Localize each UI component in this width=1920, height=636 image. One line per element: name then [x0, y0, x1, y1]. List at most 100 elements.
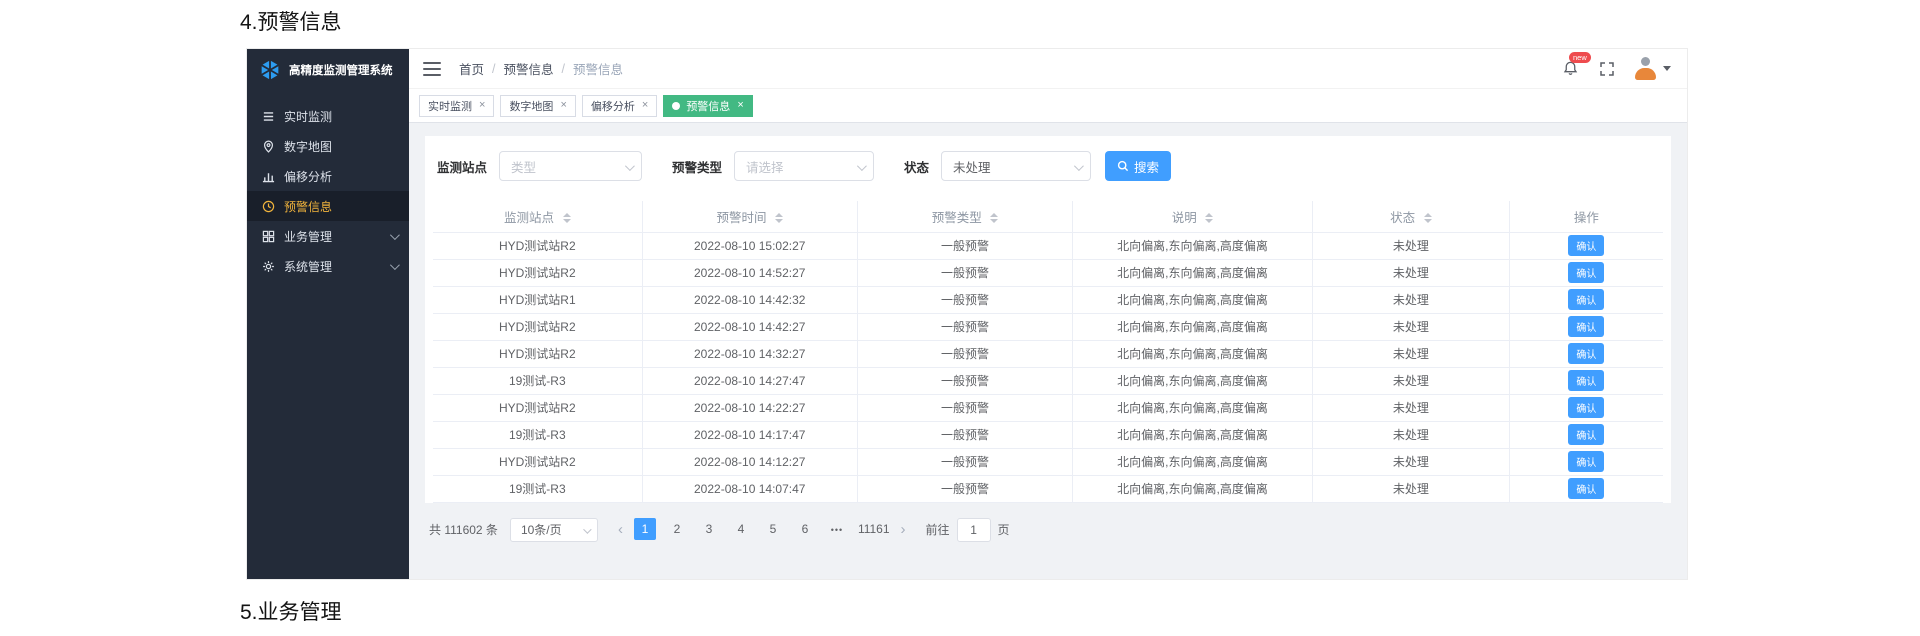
confirm-button[interactable]: 确认 — [1568, 316, 1605, 337]
filter-bar: 监测站点 类型 预警类型 请选择 状态 未处理 搜索 — [437, 151, 1663, 181]
page-button[interactable]: 1 — [633, 518, 656, 540]
page-button[interactable]: 3 — [698, 518, 720, 540]
table-row: HYD测试站R2 2022-08-10 14:52:27 一般预警 北向偏离,东向偏离… — [433, 259, 1663, 287]
page-button[interactable]: 11161 — [858, 518, 890, 540]
list-icon — [263, 111, 274, 121]
logo-pinwheel-icon — [261, 60, 279, 80]
breadcrumb-warning-info[interactable]: 预警信息 — [504, 59, 554, 78]
close-icon[interactable]: × — [737, 100, 743, 111]
column-header-station[interactable]: 监测站点 — [433, 201, 643, 233]
confirm-button[interactable]: 确认 — [1568, 478, 1605, 499]
cell-description: 北向偏离,东向偏离,高度偏离 — [1072, 475, 1313, 503]
close-icon[interactable]: × — [560, 100, 566, 111]
column-header-type[interactable]: 预警类型 — [857, 201, 1074, 233]
confirm-button[interactable]: 确认 — [1568, 424, 1605, 445]
fullscreen-icon — [1600, 61, 1614, 76]
sidebar-item-system-mgmt[interactable]: 系统管理 — [247, 251, 409, 281]
avatar — [1634, 57, 1657, 80]
cell-time: 2022-08-10 14:32:27 — [642, 340, 858, 368]
close-icon[interactable]: × — [479, 100, 485, 111]
column-header-description[interactable]: 说明 — [1072, 201, 1313, 233]
cell-station: HYD测试站R2 — [433, 313, 643, 341]
tab-realtime-monitor[interactable]: 实时监测 × — [419, 94, 495, 117]
page-button[interactable]: 4 — [730, 518, 752, 540]
cell-type: 一般预警 — [857, 313, 1074, 341]
tab-offset-analysis[interactable]: 偏移分析 × — [581, 94, 658, 117]
sidebar-item-realtime-monitor[interactable]: 实时监测 — [247, 101, 409, 131]
cell-actions: 确认 — [1509, 475, 1663, 503]
sidebar-item-warning-info[interactable]: 预警信息 — [247, 191, 409, 221]
tab-label: 数字地图 — [509, 100, 554, 113]
chevron-down-icon — [389, 259, 400, 270]
tab-label: 预警信息 — [686, 100, 731, 113]
column-header-time[interactable]: 预警时间 — [642, 201, 858, 233]
map-pin-icon — [263, 140, 274, 153]
page-button[interactable]: 2 — [666, 518, 688, 540]
clock-icon — [262, 200, 275, 212]
pager-ellipsis[interactable]: ••• — [826, 519, 848, 541]
breadcrumb-home[interactable]: 首页 — [459, 59, 484, 78]
page-size-select[interactable]: 10条/页 — [509, 517, 598, 542]
cell-type: 一般预警 — [857, 475, 1074, 503]
cell-time: 2022-08-10 14:22:27 — [642, 394, 858, 422]
page-button[interactable]: 6 — [794, 518, 816, 540]
app-window: 高精度监测管理系统 实时监测 数字地图 偏移分析 预警信息 业务管理 系统管理 … — [246, 48, 1688, 580]
user-menu[interactable] — [1634, 57, 1671, 80]
search-button[interactable]: 搜索 — [1105, 151, 1172, 181]
sidebar-item-offset-analysis[interactable]: 偏移分析 — [247, 161, 409, 191]
notification-bell-button[interactable]: new — [1560, 51, 1591, 79]
page: 4.预警信息 高精度监测管理系统 实时监测 数字地图 偏移分析 预警信息 业务管… — [0, 0, 1920, 636]
app-logo: 高精度监测管理系统 — [247, 49, 409, 91]
tab-warning-info[interactable]: 预警信息 × — [663, 94, 753, 117]
sidebar-item-business-mgmt[interactable]: 业务管理 — [247, 221, 409, 251]
type-select-placeholder: 请选择 — [746, 160, 784, 175]
sidebar-item-digital-map[interactable]: 数字地图 — [247, 131, 409, 161]
cell-station: HYD测试站R2 — [433, 448, 643, 476]
chevron-down-icon — [856, 161, 867, 172]
cell-type: 一般预警 — [857, 421, 1074, 449]
status-select[interactable]: 未处理 — [941, 151, 1092, 181]
sidebar-menu: 实时监测 数字地图 偏移分析 预警信息 业务管理 系统管理 — [247, 91, 409, 281]
prev-page-button[interactable]: ‹ — [612, 519, 629, 541]
cell-description: 北向偏离,东向偏离,高度偏离 — [1072, 232, 1313, 260]
confirm-button[interactable]: 确认 — [1568, 235, 1605, 256]
table-row: HYD测试站R2 2022-08-10 14:12:27 一般预警 北向偏离,东向偏离… — [433, 448, 1663, 476]
hamburger-icon[interactable] — [423, 61, 441, 76]
section-heading-business-mgmt: 5.业务管理 — [240, 601, 342, 624]
next-page-button[interactable]: › — [895, 519, 912, 541]
cell-actions: 确认 — [1509, 313, 1663, 341]
search-button-label: 搜索 — [1134, 160, 1160, 175]
table-row: HYD测试站R2 2022-08-10 15:02:27 一般预警 北向偏离,东向偏离… — [433, 232, 1663, 260]
close-icon[interactable]: × — [642, 100, 648, 111]
chevron-down-icon — [1663, 66, 1671, 71]
chevron-down-icon — [583, 524, 592, 534]
content-area: 监测站点 类型 预警类型 请选择 状态 未处理 搜索 监测站点 预警时间 预警类… — [409, 124, 1687, 579]
confirm-button[interactable]: 确认 — [1568, 262, 1605, 283]
table-row: HYD测试站R2 2022-08-10 14:42:27 一般预警 北向偏离,东向偏离… — [433, 313, 1663, 341]
tab-digital-map[interactable]: 数字地图 × — [500, 94, 576, 117]
sort-icon — [562, 213, 571, 224]
fullscreen-button[interactable] — [1597, 59, 1617, 79]
warning-type-select[interactable]: 请选择 — [734, 151, 875, 181]
confirm-button[interactable]: 确认 — [1568, 343, 1605, 364]
confirm-button[interactable]: 确认 — [1568, 397, 1605, 418]
cell-time: 2022-08-10 14:42:32 — [642, 286, 858, 314]
cell-actions: 确认 — [1509, 259, 1663, 287]
cell-station: 19测试-R3 — [433, 421, 643, 449]
station-select[interactable]: 类型 — [499, 151, 643, 181]
column-label: 预警类型 — [931, 210, 982, 225]
column-header-status[interactable]: 状态 — [1312, 201, 1510, 233]
cell-description: 北向偏离,东向偏离,高度偏离 — [1072, 259, 1313, 287]
page-button[interactable]: 5 — [762, 518, 784, 540]
cell-status: 未处理 — [1312, 475, 1510, 503]
confirm-button[interactable]: 确认 — [1568, 289, 1605, 310]
tab-label: 实时监测 — [428, 100, 472, 113]
confirm-button[interactable]: 确认 — [1568, 451, 1605, 472]
goto-page-input[interactable] — [956, 517, 991, 542]
section-heading-warning-info: 4.预警信息 — [240, 11, 342, 34]
bar-chart-icon — [262, 172, 275, 182]
confirm-button[interactable]: 确认 — [1568, 370, 1605, 391]
cell-time: 2022-08-10 14:27:47 — [642, 367, 858, 395]
cell-station: HYD测试站R2 — [433, 340, 643, 368]
cell-station: 19测试-R3 — [433, 367, 643, 395]
